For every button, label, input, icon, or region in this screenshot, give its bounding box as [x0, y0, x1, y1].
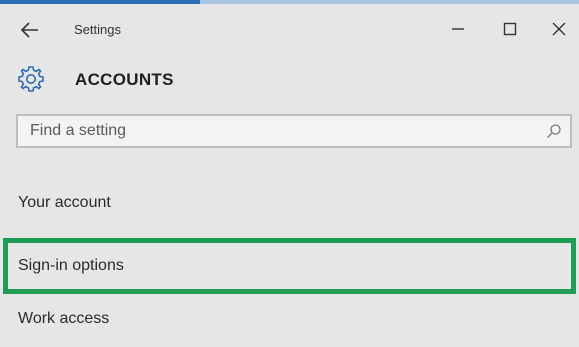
maximize-icon — [503, 22, 517, 36]
search-box[interactable] — [16, 114, 572, 148]
top-strip-light — [200, 0, 579, 4]
nav-item-label: Work access — [18, 310, 110, 327]
close-icon — [552, 22, 566, 36]
maximize-button[interactable] — [497, 16, 523, 42]
nav-item-work-access[interactable]: Work access — [0, 294, 579, 346]
search-icon[interactable] — [546, 123, 562, 139]
window-top-strip — [0, 0, 579, 8]
back-button[interactable] — [18, 19, 42, 41]
page-title: ACCOUNTS — [75, 70, 174, 89]
minimize-button[interactable] — [445, 16, 471, 42]
nav-item-label: Your account — [18, 194, 111, 211]
gear-icon — [16, 64, 46, 94]
close-button[interactable] — [546, 16, 572, 42]
nav-item-sign-in-options[interactable]: Sign-in options — [3, 238, 576, 294]
nav-item-your-account[interactable]: Your account — [0, 178, 579, 230]
page-header: ACCOUNTS — [0, 60, 579, 100]
settings-window: Settings ACCOUNTS Find a setting Your ac… — [0, 0, 579, 347]
title-bar: Settings — [0, 10, 579, 48]
back-arrow-icon — [20, 22, 38, 38]
top-strip-accent — [0, 0, 200, 4]
minimize-icon — [452, 28, 464, 30]
window-title: Settings — [74, 22, 121, 37]
nav-item-label: Sign-in options — [18, 257, 124, 274]
search-input[interactable] — [18, 116, 538, 146]
